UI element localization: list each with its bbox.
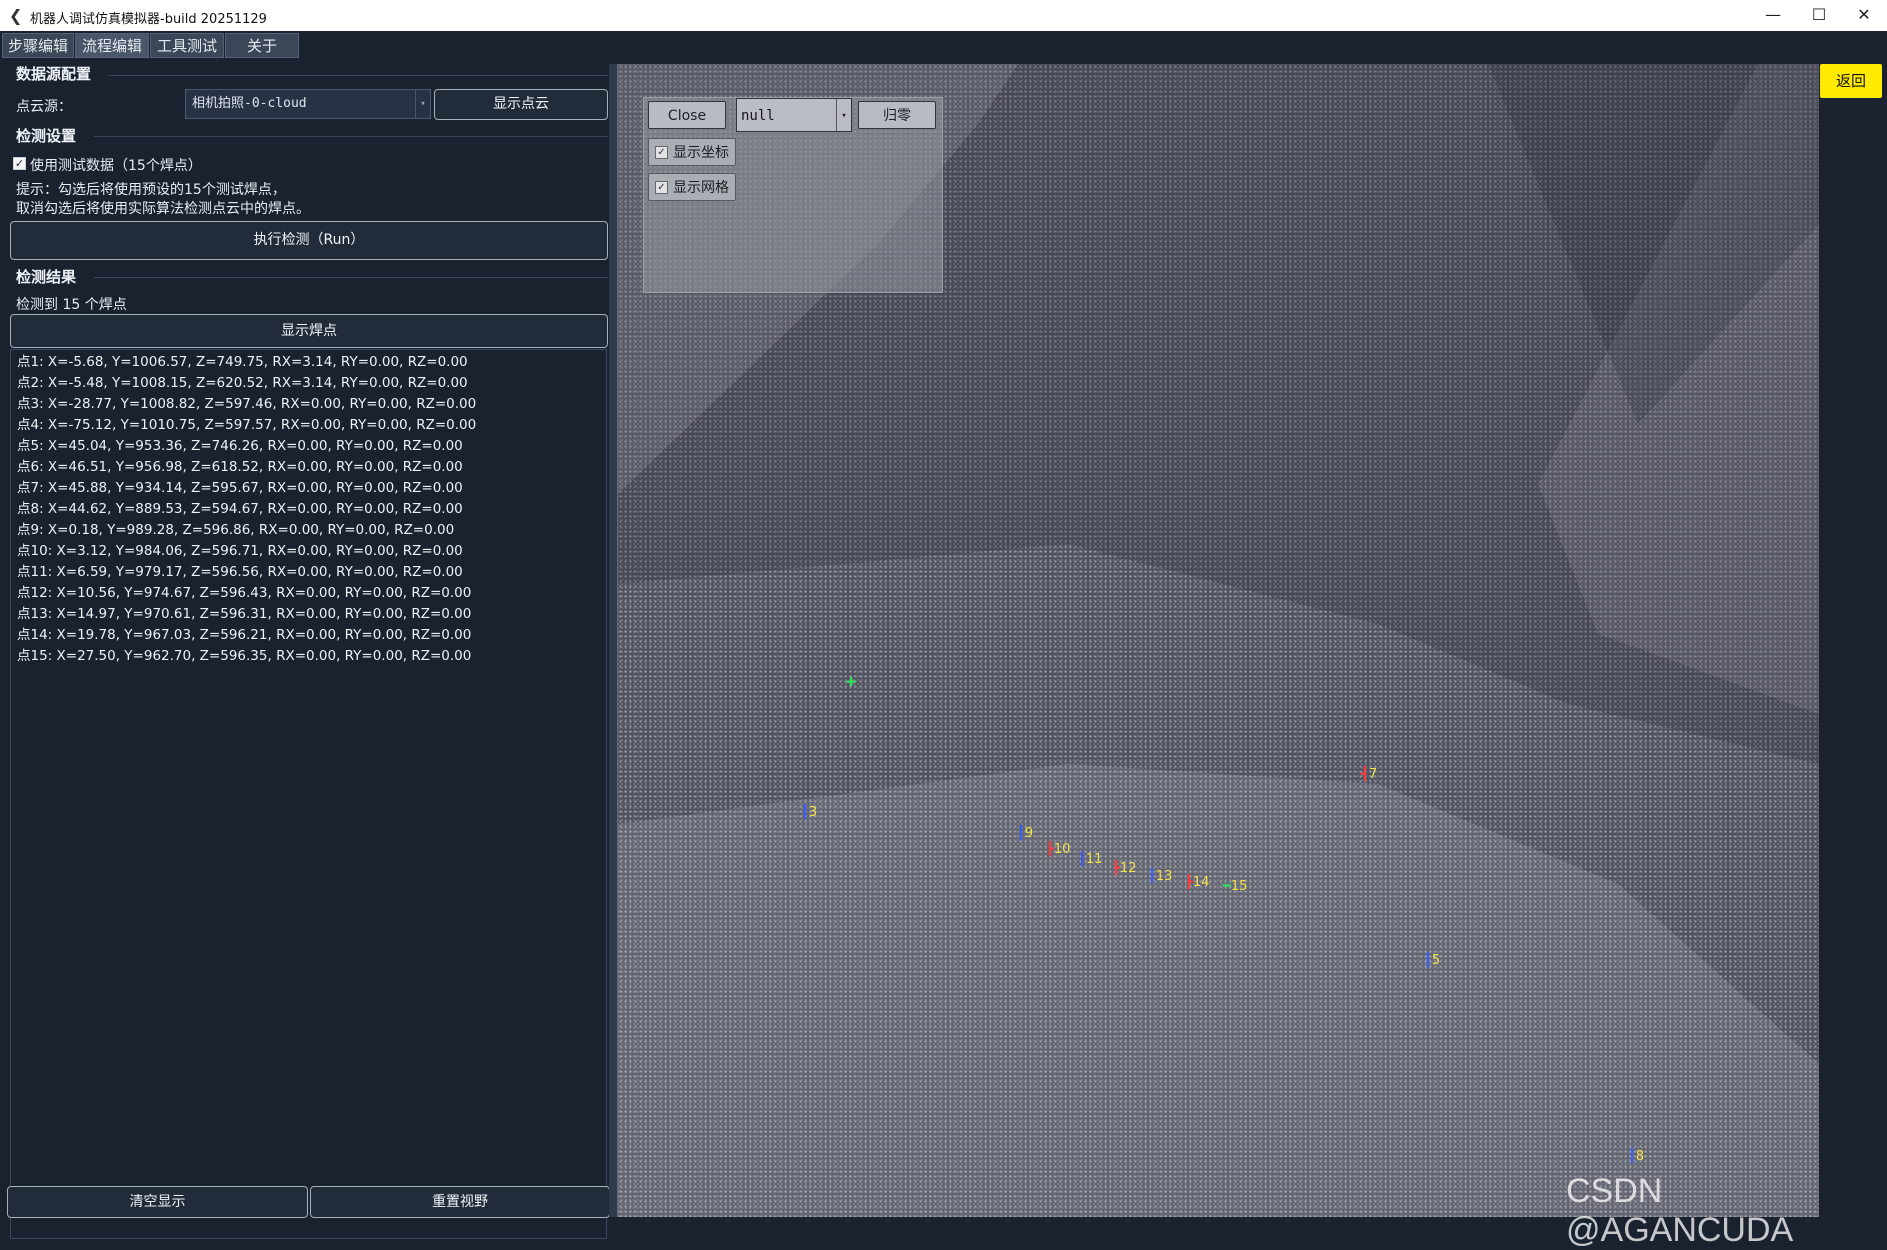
cloud-source-label: 点云源： <box>16 99 72 115</box>
result-list-item[interactable]: 点5: X=45.04, Y=953.36, Z=746.26, RX=0.00… <box>11 436 606 457</box>
weld-marker-label: 7 <box>1368 767 1378 782</box>
weld-marker-label: 8 <box>1635 1149 1645 1164</box>
use-test-data-checkbox[interactable]: ✓ <box>13 157 26 170</box>
weld-marker: ✚ <box>846 675 856 690</box>
show-points-button[interactable]: 显示焊点 <box>10 314 608 348</box>
show-axes-toggle[interactable]: ✓ 显示坐标 <box>648 138 736 166</box>
result-list-item[interactable]: 点3: X=-28.77, Y=1008.82, Z=597.46, RX=0.… <box>11 394 606 415</box>
result-list-item[interactable]: 点13: X=14.97, Y=970.61, Z=596.31, RX=0.0… <box>11 604 606 625</box>
weld-marker-label: 9 <box>1024 826 1034 841</box>
weld-marker: ┣10 <box>1046 842 1071 857</box>
show-axes-label: 显示坐标 <box>673 145 729 161</box>
point-cloud-viewport[interactable]: Close null ▾ 归零 ✓ 显示坐标 ✓ 显示网格 ✚ ┃3 ┫7 ┃9… <box>618 64 1819 1217</box>
app-icon: ❮ <box>9 6 23 25</box>
divider <box>108 75 608 76</box>
viewer-close-button[interactable]: Close <box>648 101 726 129</box>
close-window-button[interactable]: ✕ <box>1841 0 1887 31</box>
weld-marker-label: 14 <box>1192 875 1210 890</box>
show-grid-toggle[interactable]: ✓ 显示网格 <box>648 173 736 201</box>
result-list-item[interactable]: 点6: X=46.51, Y=956.98, Z=618.52, RX=0.00… <box>11 457 606 478</box>
weld-marker: ┃5 <box>1424 953 1441 968</box>
show-axes-checkbox[interactable]: ✓ <box>655 146 668 159</box>
weld-marker: ┃8 <box>1628 1149 1645 1164</box>
result-list-item[interactable]: 点15: X=27.50, Y=962.70, Z=596.35, RX=0.0… <box>11 646 606 667</box>
results-section-title: 检测结果 <box>16 268 77 286</box>
left-panel: 数据源配置 点云源： 相机拍照-0-cloud ▾ 显示点云 检测设置 ✓ 使用… <box>0 60 616 1239</box>
right-strip <box>1819 59 1887 1224</box>
weld-marker: ┃3 <box>801 805 818 820</box>
detect-section-title: 检测设置 <box>16 127 77 145</box>
weld-marker-label: 12 <box>1119 861 1137 876</box>
tab-flow-edit[interactable]: 流程编辑 <box>75 33 149 58</box>
chevron-down-icon: ▾ <box>836 99 851 131</box>
weld-marker-label: 11 <box>1085 852 1103 867</box>
divider <box>94 277 608 278</box>
minimize-button[interactable]: — <box>1750 0 1796 31</box>
window-title: 机器人调试仿真模拟器-build 20251129 <box>30 12 267 27</box>
weld-marker: ┃11 <box>1078 852 1103 867</box>
viewer-controls: Close null ▾ 归零 ✓ 显示坐标 ✓ 显示网格 <box>643 97 943 293</box>
clear-display-button[interactable]: 清空显示 <box>7 1186 308 1218</box>
result-list-item[interactable]: 点14: X=19.78, Y=967.03, Z=596.21, RX=0.0… <box>11 625 606 646</box>
viewer-select-value: null <box>741 108 775 124</box>
weld-marker: ┣12 <box>1112 861 1137 876</box>
weld-marker: ┃13 <box>1148 869 1173 884</box>
weld-marker-label: 3 <box>808 805 818 820</box>
cloud-source-select[interactable]: 相机拍照-0-cloud ▾ <box>185 89 431 119</box>
reset-view-button[interactable]: 重置视野 <box>310 1186 610 1218</box>
hint-line-1: 提示：勾选后将使用预设的15个测试焊点， <box>16 182 286 198</box>
show-grid-checkbox[interactable]: ✓ <box>655 181 668 194</box>
result-list-item[interactable]: 点4: X=-75.12, Y=1010.75, Z=597.57, RX=0.… <box>11 415 606 436</box>
weld-marker: ━15 <box>1223 879 1248 894</box>
chevron-down-icon: ▾ <box>415 90 430 118</box>
result-list-item[interactable]: 点9: X=0.18, Y=989.28, Z=596.86, RX=0.00,… <box>11 520 606 541</box>
result-list-item[interactable]: 点2: X=-5.48, Y=1008.15, Z=620.52, RX=3.1… <box>11 373 606 394</box>
weld-marker-label: 10 <box>1053 842 1071 857</box>
result-list-item[interactable]: 点10: X=3.12, Y=984.06, Z=596.71, RX=0.00… <box>11 541 606 562</box>
result-list-item[interactable]: 点8: X=44.62, Y=889.53, Z=594.67, RX=0.00… <box>11 499 606 520</box>
window-titlebar: ❮ 机器人调试仿真模拟器-build 20251129 — ☐ ✕ <box>0 0 1887 32</box>
back-button[interactable]: 返回 <box>1820 64 1882 98</box>
zero-button[interactable]: 归零 <box>858 101 936 129</box>
results-list[interactable]: 点1: X=-5.68, Y=1006.57, Z=749.75, RX=3.1… <box>10 349 607 1239</box>
weld-marker: ┃9 <box>1017 826 1034 841</box>
result-list-item[interactable]: 点11: X=6.59, Y=979.17, Z=596.56, RX=0.00… <box>11 562 606 583</box>
weld-marker: ┣14 <box>1185 875 1210 890</box>
show-cloud-button[interactable]: 显示点云 <box>434 89 608 120</box>
viewer-select[interactable]: null ▾ <box>736 98 852 132</box>
use-test-data-label: 使用测试数据（15个焊点） <box>30 158 202 174</box>
result-list-item[interactable]: 点12: X=10.56, Y=974.67, Z=596.43, RX=0.0… <box>11 583 606 604</box>
hint-line-2: 取消勾选后将使用实际算法检测点云中的焊点。 <box>16 201 310 217</box>
tab-step-edit[interactable]: 步骤编辑 <box>2 33 74 58</box>
weld-marker: ┫7 <box>1361 767 1378 782</box>
weld-marker-label: 15 <box>1230 879 1248 894</box>
tab-tool-test[interactable]: 工具测试 <box>150 33 224 58</box>
axis-icon: ✚ <box>846 675 857 689</box>
result-list-item[interactable]: 点7: X=45.88, Y=934.14, Z=595.67, RX=0.00… <box>11 478 606 499</box>
cloud-source-value: 相机拍照-0-cloud <box>192 96 307 111</box>
tab-about[interactable]: 关于 <box>225 33 299 58</box>
weld-marker-label: 13 <box>1155 869 1173 884</box>
detect-count-text: 检测到 15 个焊点 <box>16 297 127 313</box>
watermark: CSDN @AGANCUDA <box>1566 1172 1794 1249</box>
show-grid-label: 显示网格 <box>673 180 729 196</box>
main-tabbar: 步骤编辑 流程编辑 工具测试 关于 <box>0 31 1887 59</box>
run-detect-button[interactable]: 执行检测（Run） <box>10 221 608 260</box>
weld-marker-label: 5 <box>1431 953 1441 968</box>
maximize-button[interactable]: ☐ <box>1796 0 1842 31</box>
divider <box>94 136 608 137</box>
datasource-section-title: 数据源配置 <box>16 65 92 83</box>
result-list-item[interactable]: 点1: X=-5.68, Y=1006.57, Z=749.75, RX=3.1… <box>11 352 606 373</box>
